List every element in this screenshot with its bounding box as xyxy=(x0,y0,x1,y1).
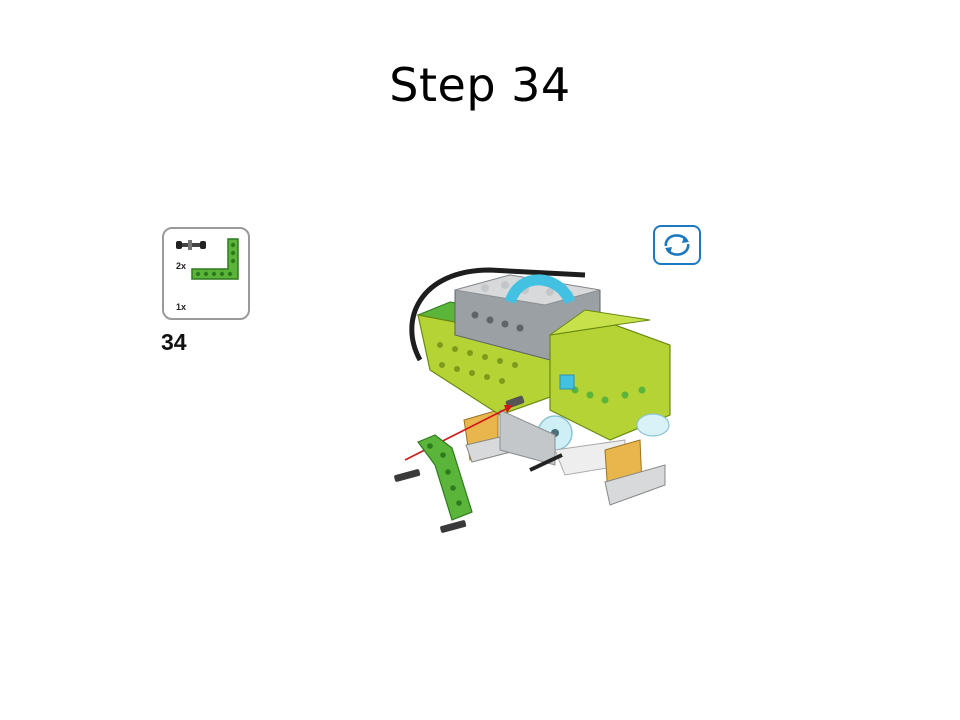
axle-pin-quantity: 2x xyxy=(176,261,187,271)
green-l-beam-icon xyxy=(191,238,239,280)
green-l-beam-quantity: 1x xyxy=(176,302,187,312)
parts-callout: 2x 1x xyxy=(162,227,250,320)
lego-model-illustration xyxy=(394,267,671,533)
slide-title: Step 34 xyxy=(389,58,571,112)
step-number: 34 xyxy=(161,329,187,355)
